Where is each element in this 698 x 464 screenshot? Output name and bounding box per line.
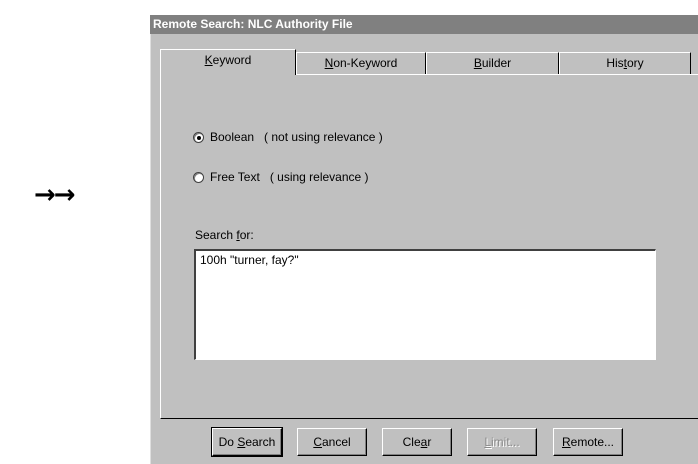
tab-history-label-post: ory <box>627 56 644 70</box>
boolean-label: Boolean <box>210 130 255 144</box>
tab-history-label-pre: His <box>606 56 624 70</box>
limit-label-post: imit... <box>491 435 520 449</box>
arrows-glyph: →→ <box>34 180 76 210</box>
free-text-radio[interactable] <box>193 171 204 183</box>
do-search-button[interactable]: Do Search <box>211 427 283 457</box>
search-for-label: Search for: <box>195 228 254 242</box>
tab-keyword-label-mnemonic: K <box>204 53 213 67</box>
tab-non-keyword-label-post: on-Keyword <box>333 56 398 70</box>
keyword-panel: Boolean ( not using relevance ) Free Tex… <box>160 74 698 419</box>
tab-builder-label-post: uilder <box>481 56 512 70</box>
clear-label-post: r <box>427 435 432 449</box>
tab-strip: Keyword Non-Keyword Builder History <box>160 49 698 75</box>
tab-builder[interactable]: Builder <box>426 52 559 74</box>
remote-button[interactable]: Remote... <box>553 428 623 456</box>
search-for-label-pre: Search <box>195 228 237 242</box>
tab-keyword[interactable]: Keyword <box>160 49 296 75</box>
tab-builder-label-mnemonic: B <box>473 56 482 70</box>
search-input[interactable]: 100h "turner, fay?" <box>194 249 656 360</box>
tab-keyword-label-post: eyword <box>212 53 252 67</box>
cancel-label-post: ancel <box>321 435 351 449</box>
limit-label-mnemonic: L <box>484 435 491 449</box>
search-for-label-post: or: <box>239 228 254 242</box>
tab-history[interactable]: History <box>559 52 691 74</box>
limit-button[interactable]: Limit... <box>467 428 537 456</box>
cancel-label-mnemonic: C <box>313 435 322 449</box>
clear-label-pre: Cle <box>402 435 421 449</box>
free-text-option[interactable]: Free Text ( using relevance ) <box>193 170 369 184</box>
remote-search-dialog: Remote Search: NLC Authority File Keywor… <box>150 15 698 464</box>
boolean-radio[interactable] <box>193 131 204 143</box>
clear-button[interactable]: Clear <box>382 428 452 456</box>
remote-label-mnemonic: R <box>561 435 571 449</box>
do-search-label-pre: Do <box>218 435 238 449</box>
tab-non-keyword[interactable]: Non-Keyword <box>296 52 426 74</box>
remote-label-post: emote... <box>570 435 615 449</box>
do-search-label-post: earch <box>245 435 276 449</box>
free-text-label: Free Text <box>210 170 260 184</box>
boolean-option[interactable]: Boolean ( not using relevance ) <box>193 130 383 144</box>
free-text-note: ( using relevance ) <box>269 170 369 184</box>
tab-non-keyword-label-mnemonic: N <box>324 56 334 70</box>
dialog-title: Remote Search: NLC Authority File <box>150 15 698 34</box>
boolean-note: ( not using relevance ) <box>264 130 383 144</box>
cancel-button[interactable]: Cancel <box>297 428 367 456</box>
